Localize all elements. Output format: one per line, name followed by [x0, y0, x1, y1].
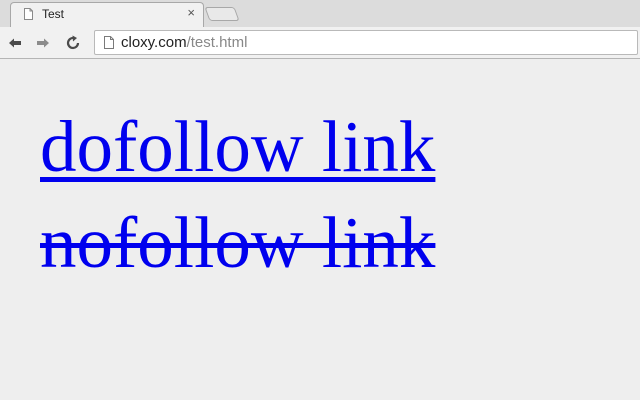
- page-icon: [24, 8, 33, 20]
- reload-button[interactable]: [64, 34, 82, 52]
- reload-icon: [66, 35, 80, 50]
- tab-strip: Test ×: [0, 0, 640, 27]
- back-button[interactable]: [6, 34, 24, 52]
- dofollow-link[interactable]: dofollow link: [40, 110, 435, 183]
- tab-close-icon[interactable]: ×: [187, 5, 195, 21]
- page-content: dofollow link nofollow link: [0, 60, 640, 400]
- page-icon: [104, 36, 114, 49]
- back-arrow-icon: [9, 38, 21, 48]
- forward-arrow-icon: [37, 38, 49, 48]
- url-text: cloxy.com/test.html: [121, 34, 247, 52]
- forward-button[interactable]: [34, 34, 52, 52]
- address-bar[interactable]: cloxy.com/test.html: [94, 30, 638, 55]
- browser-window: Test × cloxy.com/test.html dofollow link…: [0, 0, 640, 400]
- url-path: /test.html: [186, 34, 248, 51]
- browser-toolbar: cloxy.com/test.html: [0, 27, 640, 59]
- nofollow-link[interactable]: nofollow link: [40, 206, 435, 279]
- url-host: cloxy.com: [121, 34, 187, 51]
- new-tab-icon[interactable]: [204, 7, 240, 21]
- tab-test[interactable]: Test ×: [10, 2, 204, 27]
- tab-title: Test: [42, 7, 65, 21]
